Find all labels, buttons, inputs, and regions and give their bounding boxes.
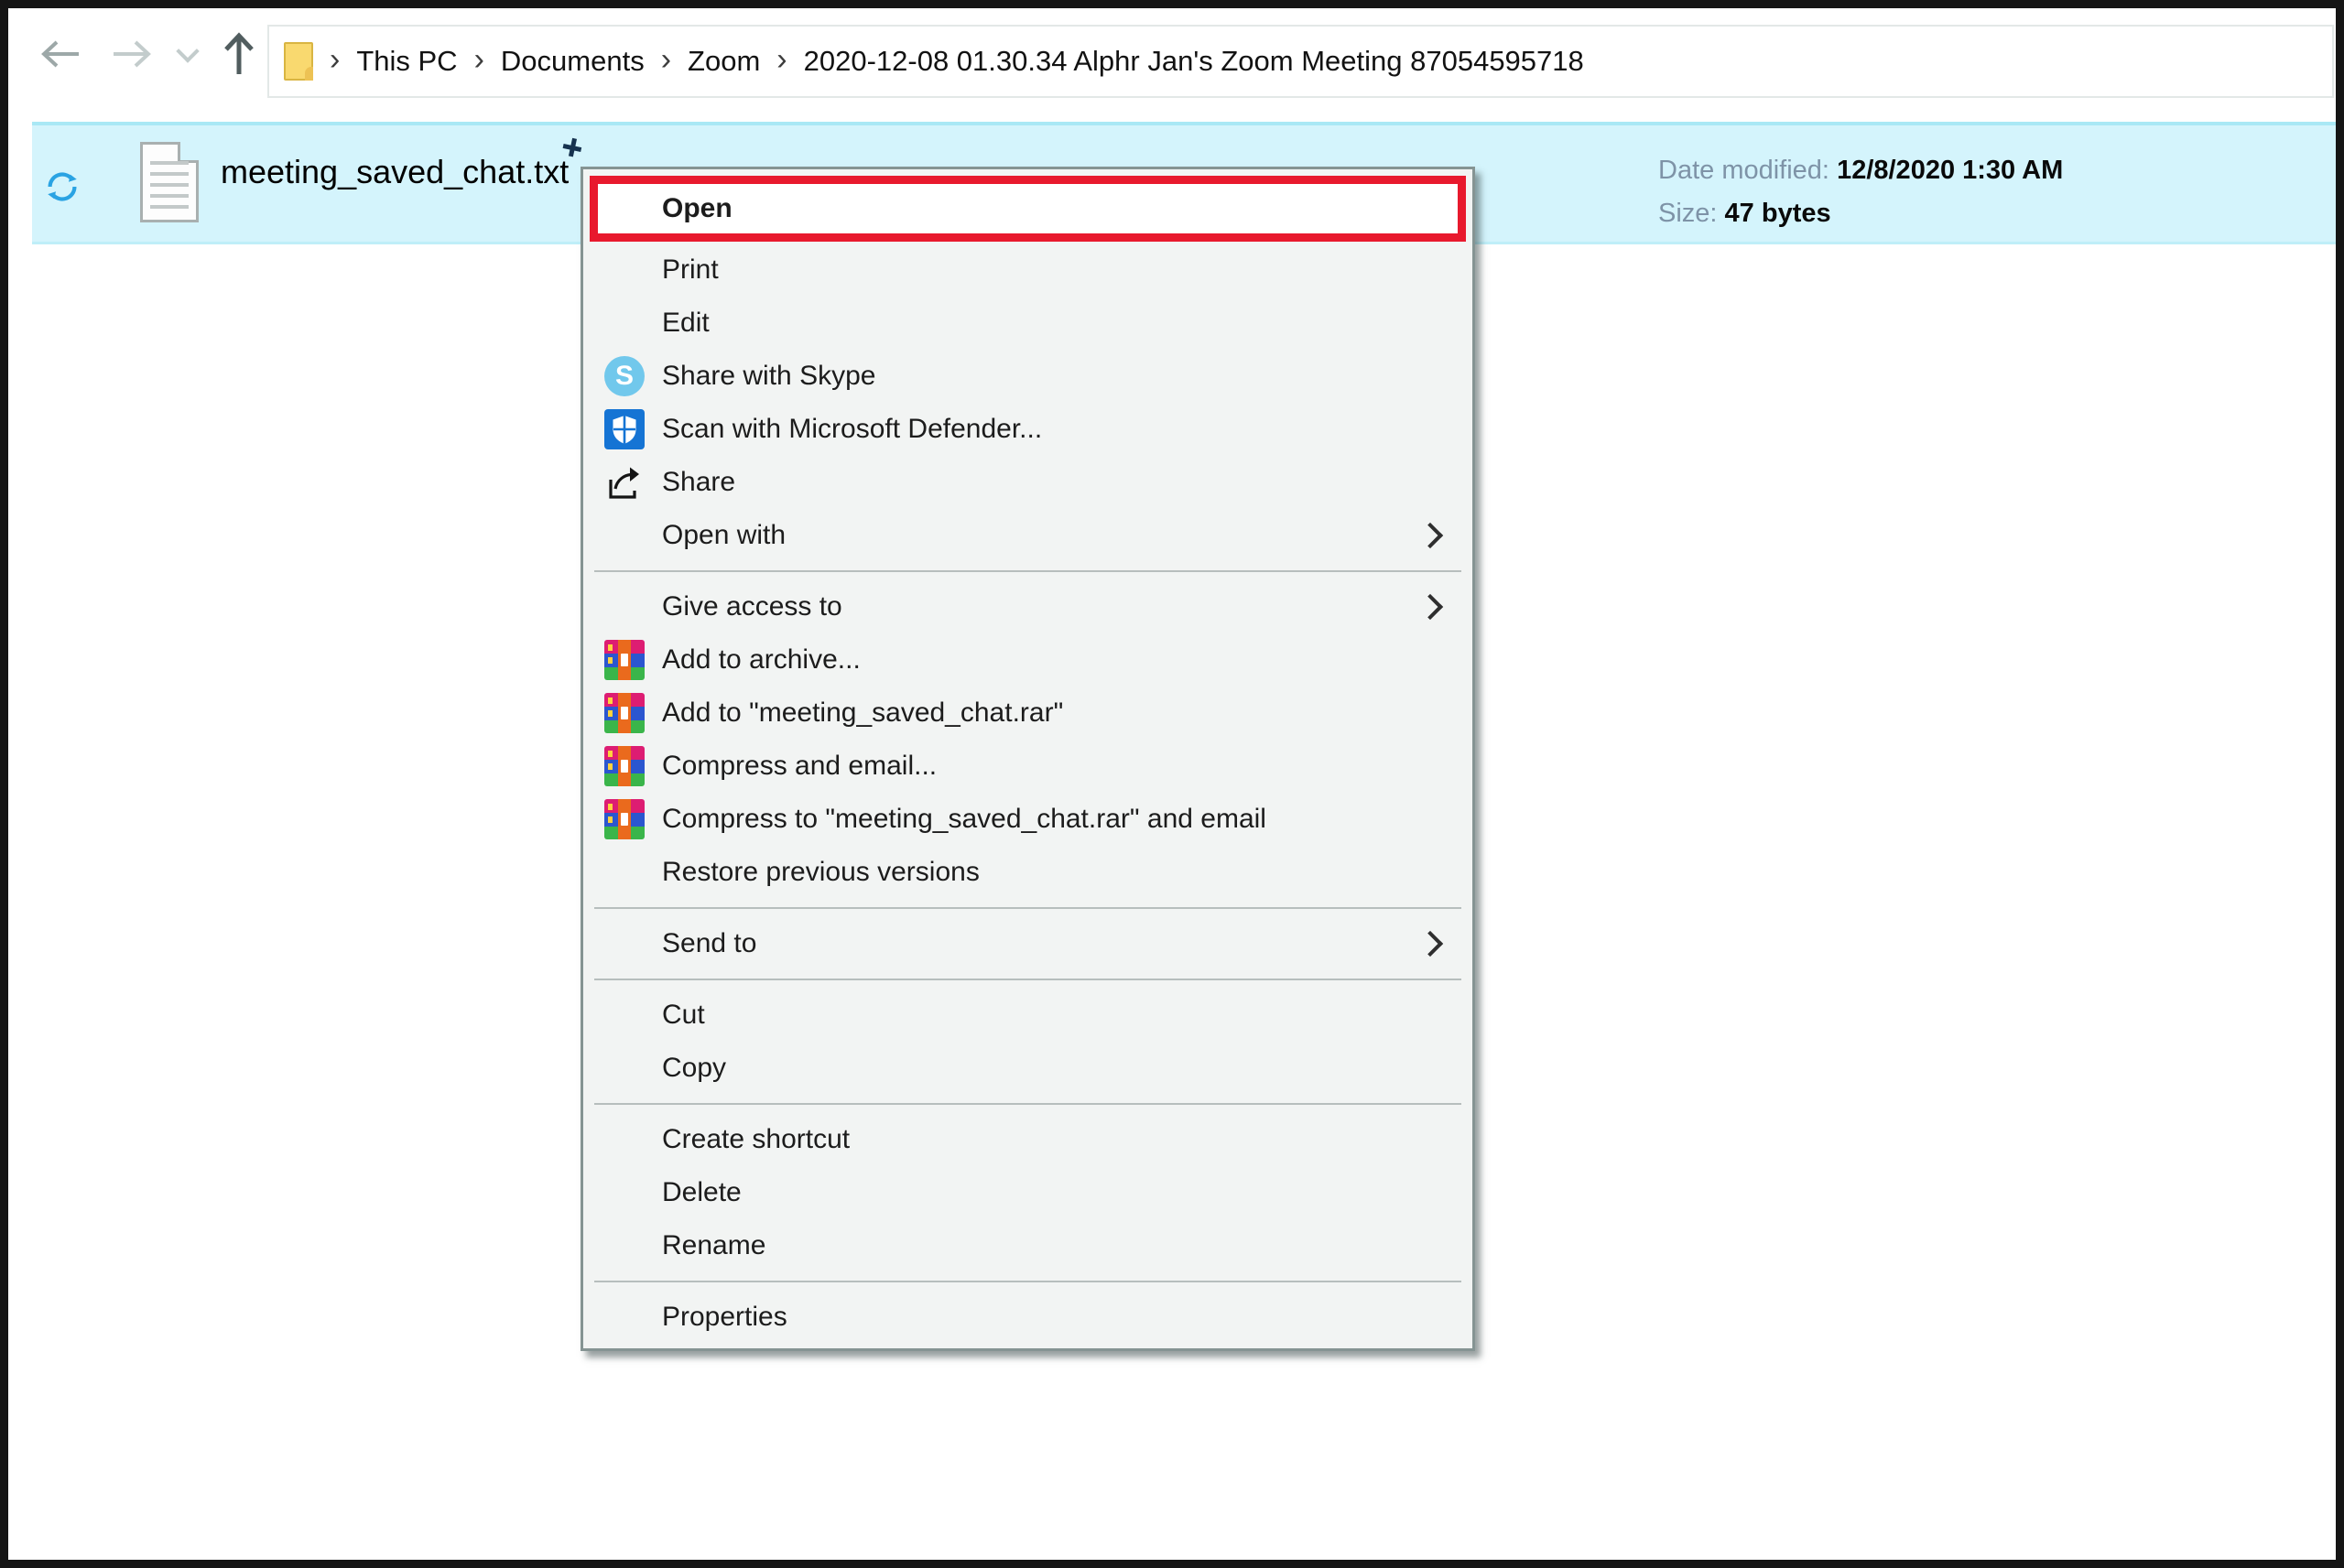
menu-item-rename[interactable]: Rename xyxy=(583,1219,1472,1272)
menu-item-label: Scan with Microsoft Defender... xyxy=(662,414,1042,445)
back-button[interactable] xyxy=(36,32,83,76)
text-document-icon xyxy=(140,142,199,222)
defender-icon xyxy=(603,408,646,450)
date-modified-label: Date modified: xyxy=(1658,156,1829,185)
menu-item-edit[interactable]: Edit xyxy=(583,297,1472,350)
menu-item-open-with[interactable]: Open with xyxy=(583,509,1472,562)
menu-item-properties[interactable]: Properties xyxy=(583,1291,1472,1344)
up-arrow-icon xyxy=(222,31,255,77)
menu-separator xyxy=(594,1281,1461,1282)
menu-item-label: Restore previous versions xyxy=(662,857,980,888)
menu-item-label: Open xyxy=(662,193,732,224)
menu-item-compress-to-meeting-saved-chat-rar-and-email[interactable]: Compress to "meeting_saved_chat.rar" and… xyxy=(583,793,1472,846)
menu-item-label: Copy xyxy=(662,1053,726,1084)
breadcrumb-chevron-icon: › xyxy=(776,44,787,75)
menu-separator xyxy=(594,570,1461,572)
menu-item-label: Delete xyxy=(662,1177,742,1208)
submenu-arrow-icon xyxy=(1417,523,1443,548)
menu-item-add-to-archive[interactable]: Add to archive... xyxy=(583,633,1472,687)
menu-item-create-shortcut[interactable]: Create shortcut xyxy=(583,1113,1472,1166)
menu-item-share-with-skype[interactable]: S Share with Skype xyxy=(583,350,1472,403)
size-label: Size: xyxy=(1658,199,1717,228)
menu-separator xyxy=(594,1103,1461,1105)
menu-item-print[interactable]: Print xyxy=(583,243,1472,297)
explorer-window: › This PC › Documents › Zoom › 2020-12-08 01.30… xyxy=(0,0,2344,1568)
toolbar: › This PC › Documents › Zoom › 2020-12-08 01.30… xyxy=(8,8,2336,100)
submenu-arrow-icon xyxy=(1417,594,1443,620)
menu-item-open[interactable]: Open xyxy=(590,176,1466,242)
breadcrumb-chevron-icon: › xyxy=(330,44,340,75)
context-menu: Open Print Edit S Share with Skype Scan with … xyxy=(581,167,1475,1351)
mouse-cursor-mark xyxy=(561,136,583,158)
menu-item-label: Properties xyxy=(662,1302,787,1333)
menu-item-label: Share xyxy=(662,467,735,498)
breadcrumb-segment[interactable]: Documents xyxy=(501,45,645,78)
menu-item-label: Rename xyxy=(662,1230,765,1261)
breadcrumb-chevron-icon: › xyxy=(474,44,484,75)
menu-separator xyxy=(594,979,1461,980)
file-metadata: Date modified: 12/8/2020 1:30 AM Size: 4… xyxy=(1658,149,2063,235)
breadcrumb-segment[interactable]: 2020-12-08 01.30.34 Alphr Jan's Zoom Mee… xyxy=(804,45,1584,78)
date-modified-line: Date modified: 12/8/2020 1:30 AM xyxy=(1658,149,2063,192)
breadcrumb-chevron-icon: › xyxy=(661,44,671,75)
size-line: Size: 47 bytes xyxy=(1658,192,2063,235)
sync-status-icon xyxy=(43,168,81,211)
menu-item-label: Share with Skype xyxy=(662,361,875,392)
menu-item-add-to-meeting-saved-chat-rar[interactable]: Add to "meeting_saved_chat.rar" xyxy=(583,687,1472,740)
winrar-icon xyxy=(603,798,646,840)
recent-locations-button[interactable] xyxy=(171,32,204,76)
file-name: meeting_saved_chat.txt xyxy=(221,153,569,191)
size-value: 47 bytes xyxy=(1725,199,1831,228)
date-modified-value: 12/8/2020 1:30 AM xyxy=(1837,156,2063,185)
share-icon xyxy=(603,461,646,503)
menu-separator xyxy=(594,907,1461,909)
up-button[interactable] xyxy=(215,32,263,76)
winrar-icon xyxy=(603,692,646,734)
menu-item-scan-with-microsoft-defender[interactable]: Scan with Microsoft Defender... xyxy=(583,403,1472,456)
menu-item-label: Print xyxy=(662,254,719,286)
menu-item-label: Add to archive... xyxy=(662,644,861,676)
skype-icon: S xyxy=(603,355,646,397)
menu-item-share[interactable]: Share xyxy=(583,456,1472,509)
winrar-icon xyxy=(603,639,646,681)
menu-item-compress-and-email[interactable]: Compress and email... xyxy=(583,740,1472,793)
forward-arrow-icon xyxy=(112,38,154,70)
menu-item-label: Cut xyxy=(662,1000,705,1031)
menu-item-give-access-to[interactable]: Give access to xyxy=(583,580,1472,633)
forward-button[interactable] xyxy=(109,32,157,76)
menu-item-send-to[interactable]: Send to xyxy=(583,917,1472,970)
address-bar[interactable]: › This PC › Documents › Zoom › 2020-12-08 01.30… xyxy=(267,25,2334,98)
menu-item-label: Give access to xyxy=(662,591,842,622)
breadcrumb: › This PC › Documents › Zoom › 2020-12-08 01.30… xyxy=(330,45,1584,78)
menu-item-label: Compress and email... xyxy=(662,751,937,782)
menu-item-label: Open with xyxy=(662,520,786,551)
menu-item-copy[interactable]: Copy xyxy=(583,1042,1472,1095)
chevron-down-icon xyxy=(176,39,199,62)
submenu-arrow-icon xyxy=(1417,931,1443,957)
menu-item-delete[interactable]: Delete xyxy=(583,1166,1472,1219)
menu-item-label: Send to xyxy=(662,928,756,959)
winrar-icon xyxy=(603,745,646,787)
menu-item-label: Edit xyxy=(662,308,710,339)
menu-item-label: Add to "meeting_saved_chat.rar" xyxy=(662,697,1063,729)
folder-icon xyxy=(284,42,313,81)
breadcrumb-segment[interactable]: This PC xyxy=(356,45,457,78)
menu-item-label: Create shortcut xyxy=(662,1124,850,1155)
back-arrow-icon xyxy=(38,38,81,70)
breadcrumb-segment[interactable]: Zoom xyxy=(688,45,760,78)
menu-item-cut[interactable]: Cut xyxy=(583,989,1472,1042)
menu-item-label: Compress to "meeting_saved_chat.rar" and… xyxy=(662,804,1266,835)
menu-item-restore-previous-versions[interactable]: Restore previous versions xyxy=(583,846,1472,899)
